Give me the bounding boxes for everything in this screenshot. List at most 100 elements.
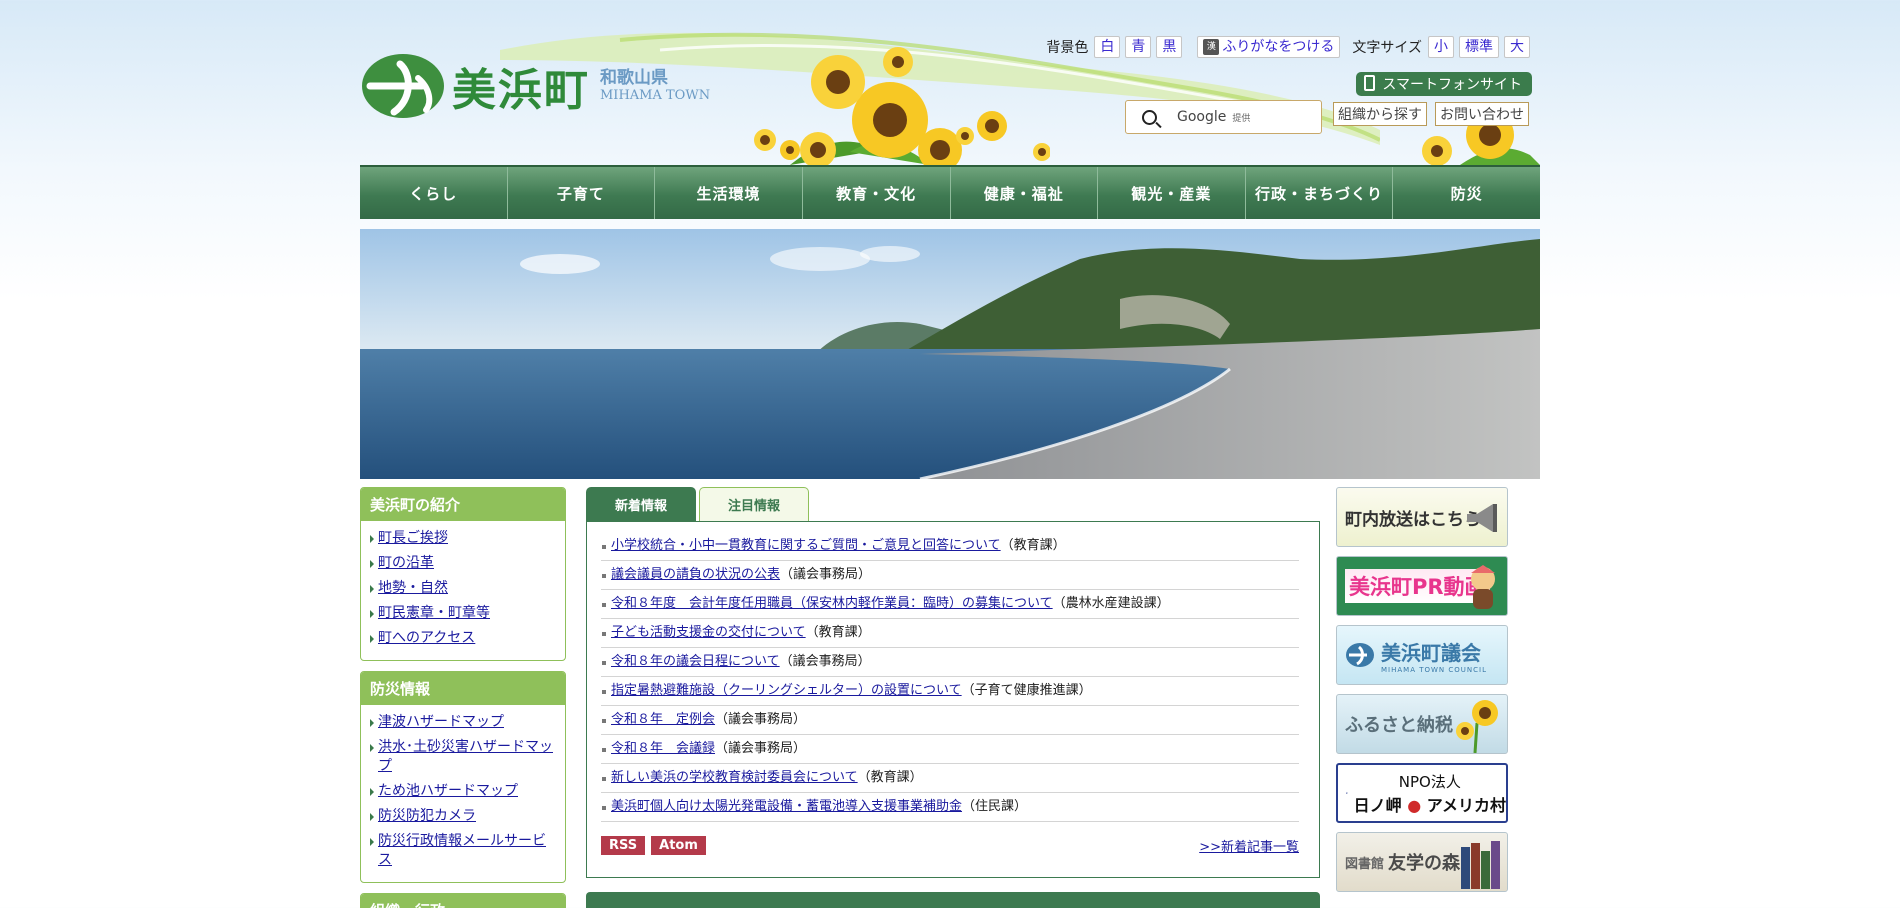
npo-name: 日ノ岬 ● アメリカ村: [1354, 792, 1506, 816]
font-normal-button[interactable]: 標準: [1459, 36, 1499, 58]
news-link[interactable]: 指定暑熱避難施設（クーリングシェルター）の設置について: [611, 683, 962, 698]
pr-video-banner[interactable]: 美浜町PR動画: [1336, 556, 1508, 616]
smartphone-site-button[interactable]: スマートフォンサイト: [1356, 72, 1532, 96]
disaster-list: 津波ハザードマップ 洪水･土砂災害ハザードマップ ため池ハザードマップ 防災防犯…: [361, 705, 565, 882]
smartphone-label: スマートフォンサイト: [1382, 77, 1522, 93]
intro-list: 町長ご挨拶 町の沿革 地勢・自然 町民憲章・町章等 町へのアクセス: [361, 521, 565, 660]
font-size-label: 文字サイズ: [1352, 40, 1422, 56]
disaster-box: 防災情報 津波ハザードマップ 洪水･土砂災害ハザードマップ ため池ハザードマップ…: [360, 671, 566, 883]
search-input[interactable]: Google 提供: [1125, 100, 1322, 134]
list-item: 防災防犯カメラ: [369, 807, 559, 826]
more-news-link[interactable]: >>新着記事一覧: [1199, 836, 1299, 855]
news-dept: （教育課）: [857, 770, 923, 785]
news-item: 令和８年の議会日程について（議会事務局）: [601, 648, 1299, 677]
news-item: 指定暑熱避難施設（クーリングシェルター）の設置について（子育て健康推進課）: [601, 677, 1299, 706]
npo-right-label: アメリカ村: [1426, 795, 1506, 815]
font-large-button[interactable]: 大: [1504, 36, 1530, 58]
news-dept: （議会事務局）: [780, 567, 872, 582]
mihama-logo-icon: [362, 54, 444, 118]
intro-heading: 美浜町の紹介: [361, 488, 565, 521]
furigana-label: ふりがなをつける: [1222, 39, 1335, 55]
furusato-banner[interactable]: ふるさと納税: [1336, 694, 1508, 754]
news-link[interactable]: 新しい美浜の学校教育検討委員会について: [611, 770, 858, 785]
library-banner[interactable]: 図書館 友学の森: [1336, 832, 1508, 892]
site-logo[interactable]: 美浜町 和歌山県 MIHAMA TOWN: [360, 52, 710, 120]
tab-new-info[interactable]: 新着情報: [586, 487, 696, 521]
news-item: 令和８年 会議録（議会事務局）: [601, 735, 1299, 764]
nav-kurashi[interactable]: くらし: [360, 167, 508, 219]
disaster-link[interactable]: 防災行政情報メールサービス: [378, 833, 546, 868]
news-link[interactable]: 令和８年の議会日程について: [611, 654, 780, 669]
nav-gyosei[interactable]: 行政・まちづくり: [1246, 167, 1394, 219]
contact-button[interactable]: お問い合わせ: [1435, 102, 1529, 126]
main-columns: 美浜町の紹介 町長ご挨拶 町の沿革 地勢・自然 町民憲章・町章等 町へのアクセス…: [360, 487, 1540, 908]
news-dept: （子育て健康推進課）: [961, 683, 1092, 698]
news-link[interactable]: 小学校統合・小中一貫教育に関するご質問・ご意見と回答について: [611, 538, 1001, 553]
news-dept: （教育課）: [805, 625, 871, 640]
news-dept: （住民課）: [962, 799, 1028, 814]
nav-kanko[interactable]: 観光・産業: [1098, 167, 1246, 219]
npo-banner[interactable]: NPO法人 日ノ岬 ● アメリカ村: [1336, 763, 1508, 823]
nav-kyoiku[interactable]: 教育・文化: [803, 167, 951, 219]
council-label: 美浜町議会: [1381, 640, 1481, 665]
nav-kosodate[interactable]: 子育て: [508, 167, 656, 219]
list-item: 町の沿革: [369, 554, 559, 573]
list-item: 津波ハザードマップ: [369, 713, 559, 732]
list-item: 町民憲章・町章等: [369, 604, 559, 623]
bg-white-button[interactable]: 白: [1094, 36, 1121, 58]
news-item: 子ども活動支援金の交付について（教育課）: [601, 619, 1299, 648]
library-small-label: 図書館: [1345, 856, 1385, 872]
rss-button[interactable]: RSS: [601, 836, 646, 855]
news-link[interactable]: 令和８年 会議録: [611, 741, 715, 756]
disaster-link[interactable]: ため池ハザードマップ: [378, 783, 518, 799]
news-link[interactable]: 議会議員の請負の状況の公表: [611, 567, 780, 582]
disaster-heading: 防災情報: [361, 672, 565, 705]
provided-label: 提供: [1232, 113, 1251, 124]
search-icon: [1142, 109, 1157, 125]
atom-button[interactable]: Atom: [651, 836, 706, 855]
news-dept: （議会事務局）: [715, 741, 807, 756]
library-big-label: 友学の森: [1388, 853, 1461, 874]
coast-landscape-image: [360, 229, 1540, 479]
news-link[interactable]: 子ども活動支援金の交付について: [611, 625, 806, 640]
news-item: 新しい美浜の学校教育検討委員会について（教育課）: [601, 764, 1299, 793]
news-link[interactable]: 令和８年 定例会: [611, 712, 715, 727]
site-header: 美浜町 和歌山県 MIHAMA TOWN 背景色 白 青 黒 漢 ふりがなをつけ…: [360, 0, 1540, 165]
disaster-link[interactable]: 津波ハザードマップ: [378, 714, 504, 730]
news-dept: （議会事務局）: [779, 654, 871, 669]
left-sidebar: 美浜町の紹介 町長ご挨拶 町の沿革 地勢・自然 町民憲章・町章等 町へのアクセス…: [360, 487, 566, 908]
intro-link[interactable]: 町民憲章・町章等: [378, 605, 490, 621]
font-small-button[interactable]: 小: [1428, 36, 1454, 58]
intro-link[interactable]: 町の沿革: [378, 555, 434, 571]
news-dept: （議会事務局）: [715, 712, 807, 727]
news-dept: （教育課）: [1000, 538, 1066, 553]
council-banner[interactable]: 美浜町議会 MIHAMA TOWN COUNCIL: [1336, 625, 1508, 685]
disaster-link[interactable]: 洪水･土砂災害ハザードマップ: [378, 739, 553, 774]
nav-seikatsu[interactable]: 生活環境: [655, 167, 803, 219]
bg-black-button[interactable]: 黒: [1156, 36, 1183, 58]
intro-link[interactable]: 地勢・自然: [378, 580, 448, 596]
org-search-button[interactable]: 組織から探す: [1333, 102, 1427, 126]
list-item: ため池ハザードマップ: [369, 782, 559, 801]
npo-left-label: 日ノ岬: [1353, 795, 1402, 815]
tab-featured[interactable]: 注目情報: [699, 487, 809, 521]
furigana-button[interactable]: 漢 ふりがなをつける: [1197, 36, 1341, 58]
bg-blue-button[interactable]: 青: [1125, 36, 1152, 58]
broadcast-label: 町内放送はこちら: [1345, 509, 1481, 530]
nav-kenko[interactable]: 健康・福祉: [951, 167, 1099, 219]
furusato-label: ふるさと納税: [1345, 715, 1453, 736]
news-link[interactable]: 令和８年度 会計年度任用職員（保安林内軽作業員：臨時）の募集について: [611, 596, 1053, 611]
nav-bosai[interactable]: 防災: [1393, 167, 1540, 219]
logo-town-name: 美浜町: [452, 65, 590, 116]
hero-image: [360, 229, 1540, 479]
books-icon: [1461, 841, 1500, 889]
broadcast-banner[interactable]: 町内放送はこちら: [1336, 487, 1508, 547]
org-heading: 組織・行政: [361, 894, 565, 908]
council-en-label: MIHAMA TOWN COUNCIL: [1381, 665, 1487, 674]
list-item: 町長ご挨拶: [369, 529, 559, 548]
intro-link[interactable]: 町長ご挨拶: [378, 530, 448, 546]
council-logo-icon: [1346, 643, 1374, 667]
news-link[interactable]: 美浜町個人向け太陽光発電設備・蓄電池導入支援事業補助金: [611, 799, 962, 814]
intro-link[interactable]: 町へのアクセス: [378, 630, 475, 646]
disaster-link[interactable]: 防災防犯カメラ: [378, 808, 476, 824]
